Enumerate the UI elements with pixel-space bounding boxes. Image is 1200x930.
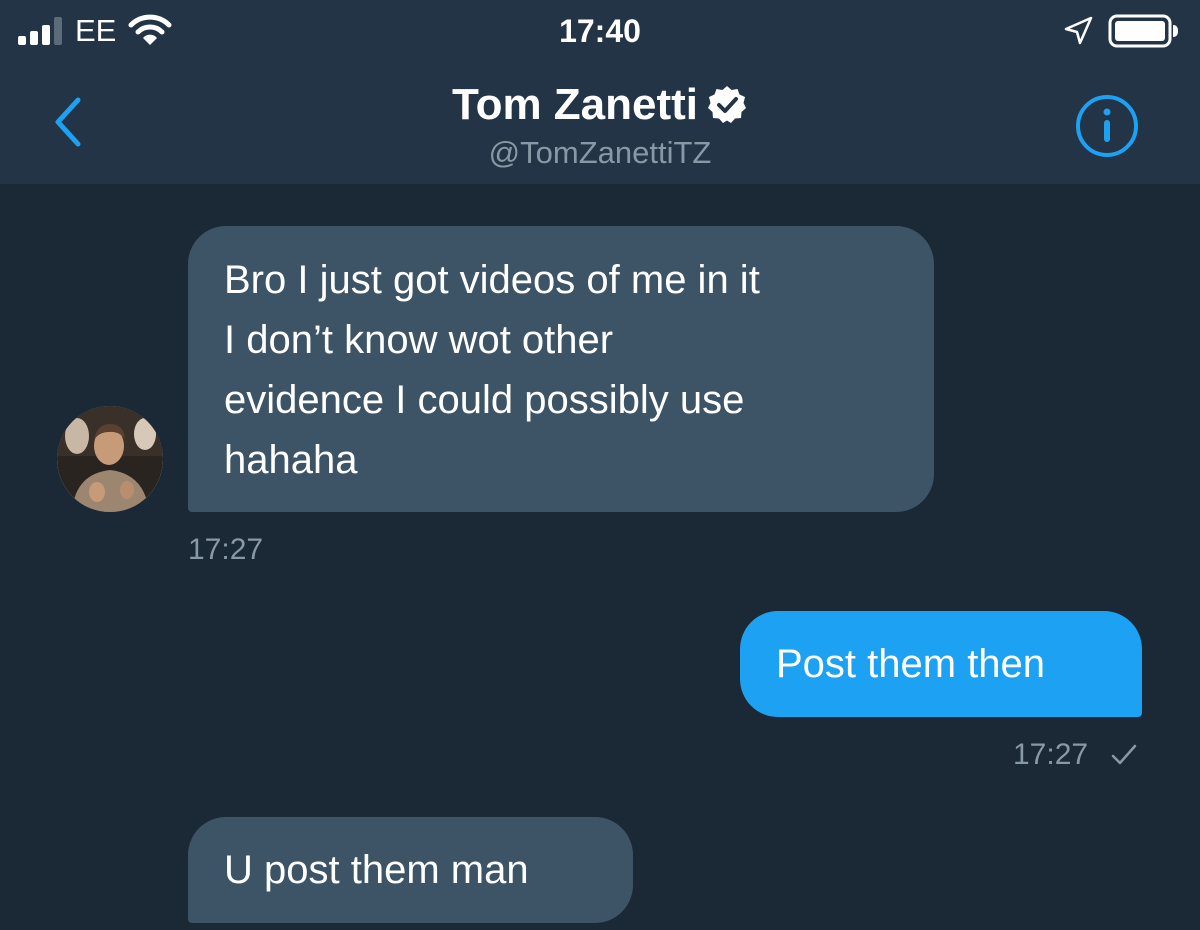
battery-icon — [1108, 14, 1178, 48]
message-bubble-incoming[interactable]: Bro I just got videos of me in it I don’… — [188, 226, 934, 512]
message-text-line: evidence I could possibly use — [224, 378, 745, 422]
info-icon[interactable] — [1074, 93, 1140, 159]
top-bar: EE 17:40 Tom Zanetti @TomZanettiTZ — [0, 0, 1200, 184]
verified-badge-icon — [708, 86, 747, 123]
message-bubble-outgoing[interactable]: Post them then — [740, 611, 1142, 717]
message-timestamp: 17:27 — [188, 533, 264, 566]
contact-handle: @TomZanettiTZ — [488, 135, 712, 170]
message-bubble-incoming[interactable]: U post them man — [188, 817, 633, 923]
message-timestamp: 17:27 — [1013, 738, 1089, 771]
contact-avatar[interactable] — [57, 406, 163, 512]
message-text-line: hahaha — [224, 438, 358, 482]
message-text-line: Bro I just got videos of me in it — [224, 258, 760, 302]
name-row: Tom Zanetti — [452, 78, 748, 132]
location-arrow-icon — [1064, 16, 1093, 45]
avatar-photo — [57, 406, 163, 512]
status-bar: EE 17:40 — [0, 0, 1200, 64]
conversation-title[interactable]: Tom Zanetti @TomZanettiTZ — [300, 78, 900, 172]
message-text: Post them then — [776, 642, 1046, 686]
contact-name: Tom Zanetti — [451, 80, 699, 129]
status-time: 17:40 — [559, 13, 641, 49]
back-chevron-icon[interactable] — [44, 90, 94, 154]
checkmark-icon — [1111, 744, 1137, 765]
message-text-line: I don’t know wot other — [224, 318, 614, 362]
message-text: U post them man — [224, 848, 529, 892]
